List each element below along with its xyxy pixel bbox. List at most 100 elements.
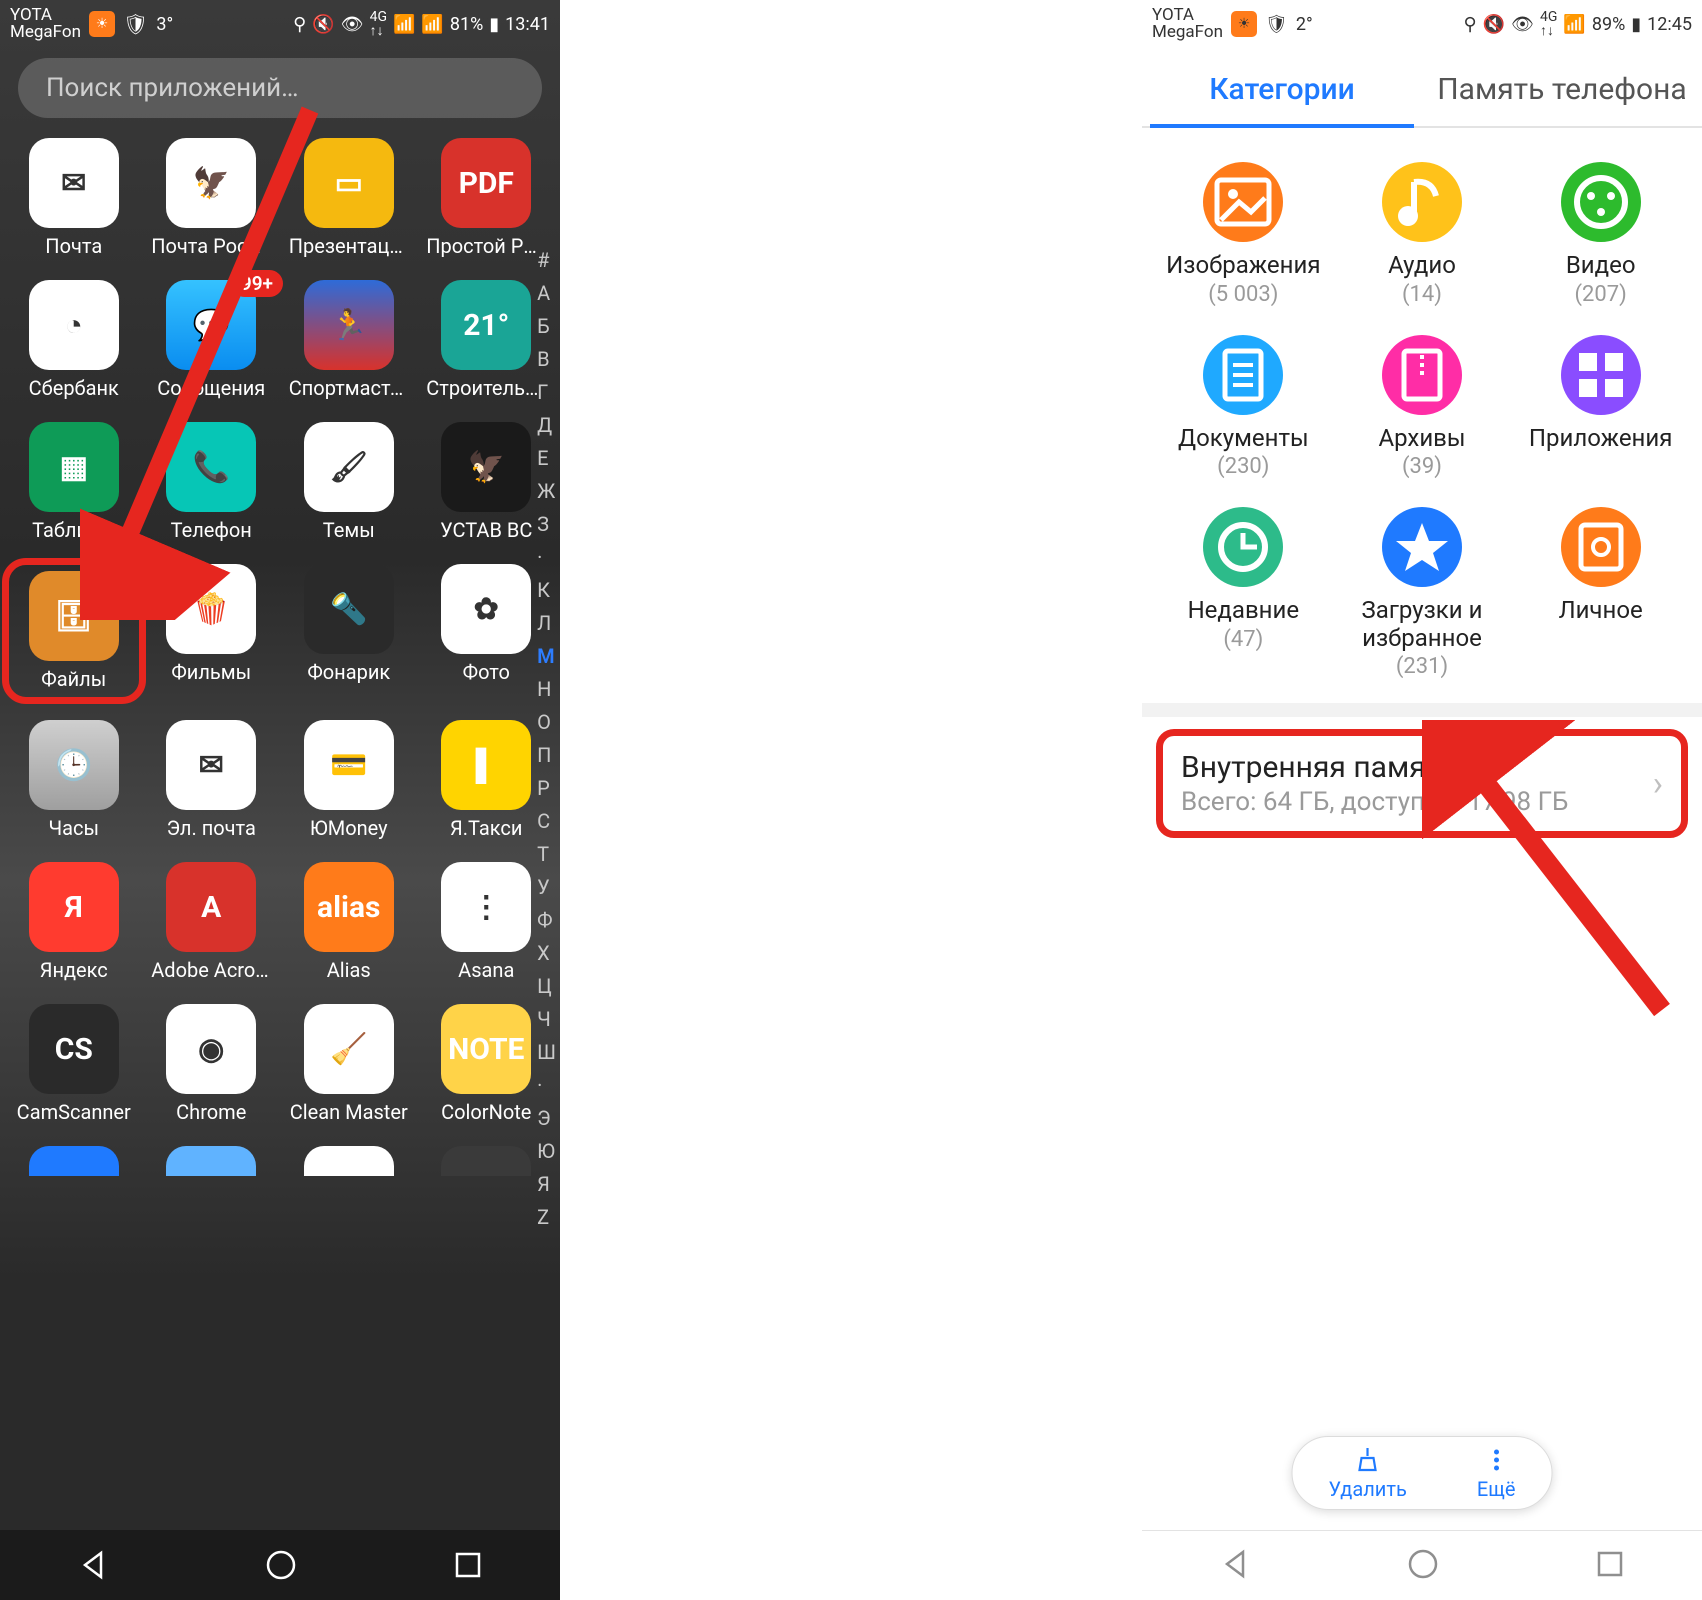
app-email[interactable]: ✉ Эл. почта: [146, 720, 278, 840]
index-letter[interactable]: Н: [537, 677, 556, 701]
app-sheets[interactable]: ▦Таблицы: [8, 422, 140, 542]
app-yandex[interactable]: ЯЯндекс: [8, 862, 140, 982]
index-letter[interactable]: О: [537, 710, 556, 734]
email-icon: ✉: [166, 720, 256, 810]
index-letter[interactable]: Х: [537, 941, 556, 965]
app-cs[interactable]: CSCamScanner: [8, 1004, 140, 1124]
app-label: ЮMoney: [310, 816, 388, 840]
index-letter[interactable]: Д: [537, 413, 556, 437]
nav-home-button[interactable]: [264, 1548, 298, 1582]
app-label: Фонарик: [307, 660, 390, 684]
index-letter[interactable]: У: [537, 875, 556, 899]
index-letter[interactable]: ·: [537, 545, 556, 569]
app-label: Яндекс: [40, 958, 108, 982]
app-pdf[interactable]: PDFПростой PDF-..: [421, 138, 553, 258]
app-clock[interactable]: 🕒Часы: [8, 720, 140, 840]
index-letter[interactable]: Б: [537, 314, 556, 338]
index-letter[interactable]: А: [537, 281, 556, 305]
app-note[interactable]: NOTEColorNote: [421, 1004, 553, 1124]
index-letter[interactable]: Я: [537, 1172, 556, 1196]
index-letter[interactable]: Z: [537, 1205, 556, 1229]
app-sber[interactable]: ◔Сбербанк: [8, 280, 140, 400]
search-input[interactable]: Поиск приложений…: [18, 58, 542, 118]
index-letter[interactable]: ·: [537, 1073, 556, 1097]
app-chrome[interactable]: ◉Chrome: [146, 1004, 278, 1124]
app-torch[interactable]: 🔦Фонарик: [283, 564, 415, 698]
app-label: Эл. почта: [167, 816, 256, 840]
category-name: Документы: [1178, 425, 1309, 453]
index-letter[interactable]: С: [537, 809, 556, 833]
app-label: Файлы: [41, 667, 106, 691]
category-doc[interactable]: Документы(230): [1154, 335, 1333, 480]
app-acrobat[interactable]: AAdobe Acrobat: [146, 862, 278, 982]
search-placeholder: Поиск приложений…: [46, 73, 299, 103]
index-letter[interactable]: Ф: [537, 908, 556, 932]
index-letter[interactable]: З: [537, 512, 556, 536]
index-letter[interactable]: Е: [537, 446, 556, 470]
nav-recent-button[interactable]: [1595, 1549, 1625, 1583]
index-letter[interactable]: М: [537, 644, 556, 668]
app-files[interactable]: 🗄Файлы: [2, 558, 146, 704]
index-letter[interactable]: Э: [537, 1106, 556, 1130]
category-count: (39): [1402, 454, 1442, 479]
app-label: Clean Master: [290, 1100, 408, 1124]
nav-back-button[interactable]: [77, 1549, 109, 1581]
index-letter[interactable]: Ч: [537, 1007, 556, 1031]
index-letter[interactable]: Ю: [537, 1139, 556, 1163]
app-slides[interactable]: ▭Презентации: [283, 138, 415, 258]
clean-button[interactable]: Удалить: [1329, 1445, 1407, 1501]
clock: 13:41: [505, 14, 550, 35]
app-films[interactable]: 🍿Фильмы: [146, 564, 278, 698]
index-letter[interactable]: В: [537, 347, 556, 371]
app-ustav[interactable]: 🦅УСТАВ ВС: [421, 422, 553, 542]
index-letter[interactable]: Ш: [537, 1040, 556, 1064]
nav-recent-button[interactable]: [453, 1550, 483, 1580]
app-themes[interactable]: 🖌Темы: [283, 422, 415, 542]
category-video[interactable]: Видео(207): [1511, 162, 1690, 307]
tab-phone-storage[interactable]: Память телефона: [1422, 52, 1702, 126]
app-post[interactable]: 🦅Почта России: [146, 138, 278, 258]
app-label: Chrome: [176, 1100, 246, 1124]
index-letter[interactable]: Т: [537, 842, 556, 866]
app-sport[interactable]: 🏃Спортмастер: [283, 280, 415, 400]
category-name: Изображения: [1166, 252, 1320, 280]
category-recent[interactable]: Недавние(47): [1154, 507, 1333, 679]
index-letter[interactable]: К: [537, 578, 556, 602]
more-button[interactable]: Ещё: [1477, 1445, 1516, 1501]
phone-left: YOTA MegaFon ☀ 🛡 3° ⚲ 🔇 👁 4G↑↓ 📶 📶 81% ▮…: [0, 0, 560, 1600]
app-build[interactable]: 21°Строительны..: [421, 280, 553, 400]
nav-back-button[interactable]: [1219, 1548, 1251, 1584]
app-clean[interactable]: 🧹Clean Master: [283, 1004, 415, 1124]
index-letter[interactable]: Ж: [537, 479, 556, 503]
app-label: Фильмы: [171, 660, 251, 684]
index-letter[interactable]: #: [537, 248, 556, 272]
category-safe[interactable]: Личное: [1511, 507, 1690, 679]
app-phone[interactable]: 📞Телефон: [146, 422, 278, 542]
app-mail[interactable]: ✉Почта: [8, 138, 140, 258]
category-image[interactable]: Изображения(5 003): [1154, 162, 1333, 307]
app-msg[interactable]: 💬99+Сообщения: [146, 280, 278, 400]
app-photos[interactable]: ✿Фото: [421, 564, 553, 698]
shield-icon: 🛡: [1265, 14, 1288, 35]
index-letter[interactable]: Л: [537, 611, 556, 635]
category-name: Видео: [1566, 252, 1636, 280]
app-asana[interactable]: ⋮Asana: [421, 862, 553, 982]
app-alias[interactable]: aliasAlias: [283, 862, 415, 982]
tab-categories[interactable]: Категории: [1142, 52, 1422, 126]
app-umoney[interactable]: 💳ЮMoney: [283, 720, 415, 840]
alias-icon: alias: [304, 862, 394, 952]
nav-home-button[interactable]: [1406, 1547, 1440, 1585]
alpha-index[interactable]: # АБВГДЕЖЗ · КЛМНОПРСТУФХЦЧШ · ЭЮЯZ: [537, 248, 556, 1229]
app-taxi[interactable]: ▌Я.Такси: [421, 720, 553, 840]
index-letter[interactable]: П: [537, 743, 556, 767]
category-star[interactable]: Загрузки и избранное(231): [1333, 507, 1512, 679]
internal-storage-row[interactable]: Внутренняя память Всего: 64 ГБ, доступно…: [1156, 729, 1688, 838]
category-zip[interactable]: Архивы(39): [1333, 335, 1512, 480]
carrier-labels: YOTA MegaFon: [1152, 7, 1223, 41]
video-icon: [1561, 162, 1641, 242]
category-music[interactable]: Аудио(14): [1333, 162, 1512, 307]
category-apps[interactable]: Приложения: [1511, 335, 1690, 480]
index-letter[interactable]: Ц: [537, 974, 556, 998]
index-letter[interactable]: Г: [537, 380, 556, 404]
index-letter[interactable]: Р: [537, 776, 556, 800]
